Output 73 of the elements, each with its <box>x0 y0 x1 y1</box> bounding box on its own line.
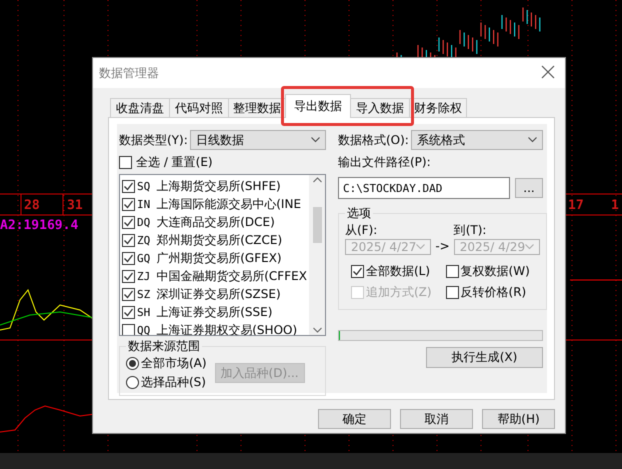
market-code: IN <box>137 198 150 210</box>
market-code: ZQ <box>137 234 150 246</box>
market-code: SQ <box>137 180 150 192</box>
market-name: 广州期货交易所(GFEX) <box>156 250 282 266</box>
radio-label: 全部市场(A) <box>141 355 207 372</box>
tab[interactable]: 导出数据 <box>285 94 351 118</box>
execute-button[interactable]: 执行生成(X) <box>426 347 543 368</box>
to-label: 到(T): <box>454 222 488 239</box>
market-code: GQ <box>137 252 150 264</box>
select-all-label: 全选 / 重置(E) <box>136 154 213 171</box>
data-type-label: 数据类型(Y): <box>119 132 188 148</box>
checkbox[interactable] <box>122 270 135 282</box>
scroll-up-icon[interactable] <box>312 177 322 183</box>
tab[interactable]: 收盘清盘 <box>110 98 170 118</box>
date-label: 17 <box>568 198 584 213</box>
data-type-dropdown[interactable]: 日线数据 <box>190 130 326 150</box>
option-label: 反转价格(R) <box>460 284 526 301</box>
format-label: 数据格式(O): <box>338 132 409 148</box>
path-field[interactable]: C:\STOCKDAY.DAD <box>338 177 510 199</box>
checkbox[interactable] <box>122 252 135 264</box>
tab[interactable]: 财务除权 <box>409 98 467 118</box>
market-code: ZJ <box>137 270 150 282</box>
market-code: SZ <box>137 288 150 300</box>
checkbox[interactable] <box>351 265 364 278</box>
scroll-down-icon[interactable] <box>312 327 322 333</box>
format-dropdown[interactable]: 系统格式 <box>410 130 543 150</box>
checkbox[interactable] <box>122 180 135 192</box>
scrollbar[interactable] <box>309 175 325 335</box>
checkbox[interactable] <box>122 198 135 210</box>
date-label: 28 <box>24 198 40 213</box>
checkbox[interactable] <box>122 324 135 335</box>
checkbox[interactable] <box>446 286 459 299</box>
radio-button[interactable] <box>126 357 139 370</box>
dialog-button[interactable]: 帮助(H) <box>482 409 555 429</box>
market-code: SH <box>137 306 150 318</box>
scroll-thumb[interactable] <box>312 207 322 243</box>
option-label: 追加方式(Z) <box>366 284 432 301</box>
chevron-down-icon <box>311 137 320 143</box>
market-name: 上海国际能源交易中心(INE <box>156 196 302 212</box>
browse-button[interactable]: ... <box>515 178 543 198</box>
checkbox[interactable] <box>122 234 135 246</box>
group-title: 选项 <box>346 205 372 222</box>
radio-button[interactable] <box>126 376 139 389</box>
market-code: QQ <box>137 324 150 335</box>
window-title: 数据管理器 <box>99 64 159 82</box>
market-code: DQ <box>137 216 150 228</box>
radio-label: 选择品种(S) <box>141 374 206 391</box>
market-name: 大连商品交易所(DCE) <box>156 214 275 230</box>
group-title: 数据来源范围 <box>127 338 201 355</box>
checkbox[interactable] <box>119 156 132 169</box>
market-name: 上海证券交易所(SSE) <box>156 304 272 320</box>
market-name: 深圳证券交易所(SZSE) <box>156 286 281 302</box>
dialog-button[interactable]: 确定 <box>318 409 391 429</box>
checkbox[interactable] <box>122 306 135 318</box>
option-label: 复权数据(W) <box>460 263 530 280</box>
arrow-text: -> <box>435 238 450 252</box>
checkbox[interactable] <box>122 288 135 300</box>
date-label: 1 <box>611 198 619 213</box>
dialog-button[interactable]: 取消 <box>400 409 473 429</box>
date-label: 31 <box>67 198 83 213</box>
market-name: 中国金融期货交易所(CFFEX <box>156 268 307 284</box>
checkbox[interactable] <box>446 265 459 278</box>
option-label: 全部数据(L) <box>366 263 430 280</box>
from-label: 从(F): <box>345 222 378 239</box>
chevron-down-icon <box>528 137 537 143</box>
path-label: 输出文件路径(P): <box>338 154 432 171</box>
chevron-down-icon <box>525 244 534 250</box>
chevron-down-icon <box>416 244 426 250</box>
market-name: 郑州期货交易所(CZCE) <box>156 232 282 248</box>
checkbox[interactable] <box>122 216 135 228</box>
market-name: 上海期货交易所(SHFE) <box>156 178 281 194</box>
close-button[interactable] <box>541 65 557 81</box>
indicator-value: A2:19169.4 <box>0 218 78 233</box>
